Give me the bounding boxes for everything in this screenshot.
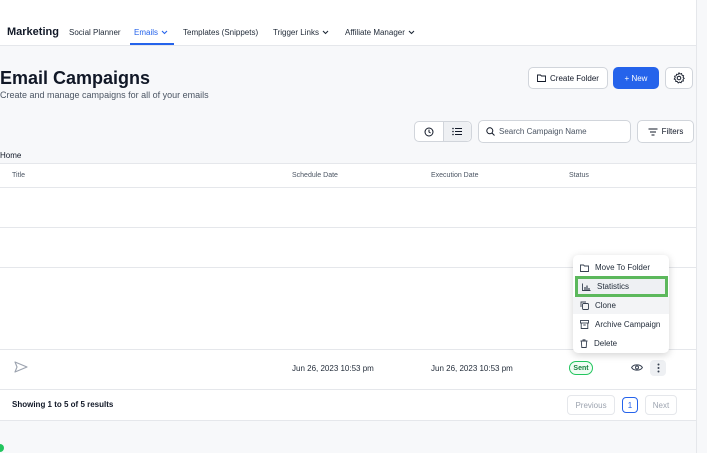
- folder-icon: [537, 74, 546, 82]
- chevron-down-icon: [322, 31, 329, 35]
- next-page-button[interactable]: Next: [645, 395, 677, 415]
- archive-icon: [580, 320, 589, 329]
- menu-item-archive-campaign[interactable]: Archive Campaign: [573, 316, 669, 333]
- chevron-down-icon: [408, 31, 415, 35]
- menu-item-label: Clone: [595, 301, 616, 310]
- nav-brand: Marketing: [7, 26, 59, 38]
- execution-date-cell: Jun 26, 2023 10:53 pm: [431, 364, 513, 373]
- list-icon: [452, 127, 463, 136]
- chart-icon: [582, 283, 591, 291]
- new-campaign-label: + New: [624, 73, 648, 83]
- column-header-schedule-date: Schedule Date: [292, 172, 338, 179]
- create-folder-label: Create Folder: [550, 73, 599, 83]
- chevron-down-icon: [161, 31, 168, 35]
- menu-item-label: Move To Folder: [595, 263, 650, 272]
- send-icon: [14, 361, 28, 373]
- top-nav: Marketing Social Planner Emails Template…: [0, 0, 696, 46]
- view-toggle: [414, 121, 472, 142]
- row-divider: [0, 227, 696, 228]
- settings-button[interactable]: [665, 67, 693, 89]
- folder-icon: [580, 264, 589, 272]
- nav-emails[interactable]: Emails: [134, 28, 168, 37]
- menu-item-label: Statistics: [597, 282, 630, 291]
- gear-icon: [673, 72, 685, 84]
- history-view-button[interactable]: [415, 122, 443, 141]
- nav-trigger-links-label: Trigger Links: [273, 28, 319, 37]
- clock-icon: [424, 127, 434, 136]
- column-header-status: Status: [569, 172, 589, 179]
- new-campaign-button[interactable]: + New: [613, 67, 659, 89]
- schedule-date-cell: Jun 26, 2023 10:53 pm: [292, 364, 374, 373]
- menu-item-statistics[interactable]: Statistics: [575, 276, 668, 297]
- menu-item-clone[interactable]: Clone: [573, 297, 669, 314]
- search-box: [478, 120, 631, 143]
- menu-item-label: Archive Campaign: [595, 320, 661, 329]
- nav-trigger-links[interactable]: Trigger Links: [273, 28, 329, 37]
- page-title: Email Campaigns: [0, 68, 151, 88]
- row-divider: [0, 389, 696, 390]
- active-tab-underline: [130, 43, 174, 45]
- search-input[interactable]: [499, 127, 624, 136]
- filter-icon: [648, 127, 658, 136]
- eye-icon[interactable]: [631, 363, 643, 372]
- page-number-button[interactable]: 1: [622, 397, 638, 413]
- menu-item-delete[interactable]: Delete: [573, 335, 669, 352]
- status-badge: Sent: [569, 361, 593, 375]
- column-header-execution-date: Execution Date: [431, 172, 479, 179]
- search-icon: [486, 127, 495, 136]
- nav-templates[interactable]: Templates (Snippets): [183, 28, 258, 37]
- nav-social-planner[interactable]: Social Planner: [69, 28, 121, 37]
- nav-affiliate-manager[interactable]: Affiliate Manager: [345, 28, 415, 37]
- more-vertical-icon: [657, 363, 659, 373]
- menu-item-move-to-folder[interactable]: Move To Folder: [573, 259, 669, 276]
- row-divider: [0, 187, 696, 188]
- column-header-title: Title: [12, 172, 25, 179]
- breadcrumb[interactable]: Home: [0, 151, 21, 160]
- create-folder-button[interactable]: Create Folder: [528, 67, 608, 89]
- page-subtitle: Create and manage campaigns for all of y…: [0, 90, 209, 100]
- panel-divider: [696, 0, 697, 453]
- status-indicator-dot: [0, 444, 4, 452]
- menu-item-label: Delete: [594, 339, 618, 348]
- list-view-button[interactable]: [442, 122, 471, 141]
- results-summary: Showing 1 to 5 of 5 results: [12, 400, 114, 409]
- previous-page-button[interactable]: Previous: [567, 395, 615, 415]
- trash-icon: [580, 339, 588, 348]
- nav-affiliate-manager-label: Affiliate Manager: [345, 28, 405, 37]
- nav-emails-label: Emails: [134, 28, 159, 37]
- filters-button[interactable]: Filters: [637, 120, 694, 143]
- copy-icon: [580, 301, 589, 310]
- filters-label: Filters: [661, 127, 684, 136]
- row-actions-button[interactable]: [650, 360, 666, 376]
- row-actions-menu: Move To Folder Statistics Clone Archive …: [573, 255, 669, 353]
